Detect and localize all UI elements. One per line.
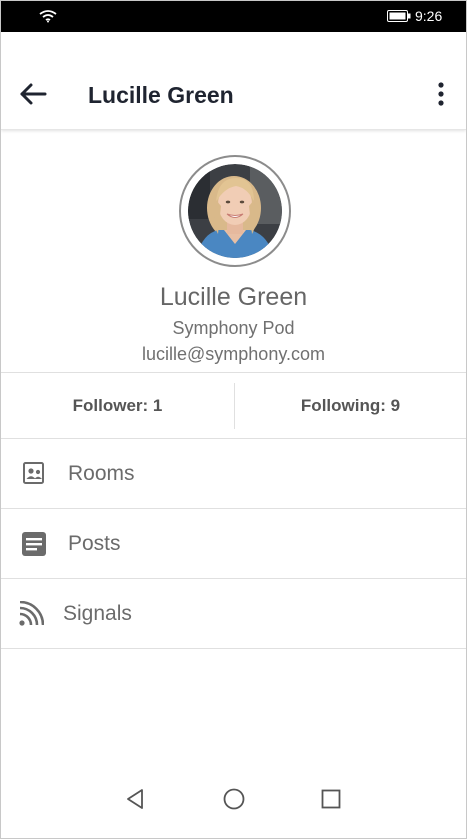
menu-item-label: Rooms [68,462,135,485]
status-time: 9:26 [415,8,443,24]
wifi-icon [39,10,57,23]
nav-recents-icon[interactable] [319,787,343,811]
following-count[interactable]: Following: 9 [235,373,466,438]
menu-item-label: Posts [68,532,121,555]
profile-name: Lucille Green [159,283,308,311]
battery-icon [387,10,411,22]
page-title: Lucille Green [88,82,234,108]
follow-stats: Follower: 1 Following: 9 [1,373,466,438]
profile-photo [188,164,282,258]
signals-icon [19,601,44,626]
menu-item-rooms[interactable]: Rooms [1,439,466,509]
arrow-back-icon[interactable] [17,80,49,108]
profile-company: Symphony Pod [172,318,295,338]
system-nav-bar [1,761,466,837]
app-bar: Lucille Green [1,32,466,130]
menu-item-posts[interactable]: Posts [1,509,466,579]
rooms-icon [23,462,44,484]
menu-item-label: Signals [63,602,132,625]
follower-count[interactable]: Follower: 1 [1,373,234,438]
avatar[interactable] [179,155,291,267]
status-bar: 9:26 [1,1,466,32]
nav-back-icon[interactable] [123,787,147,811]
profile-email: lucille@symphony.com [142,344,325,364]
posts-icon [22,532,46,556]
nav-home-icon[interactable] [222,787,246,811]
app-screen: 9:26 Lucille Green Lucille Green Symphon… [0,0,467,839]
menu-item-signals[interactable]: Signals [1,579,466,649]
divider [1,648,466,649]
more-vert-icon[interactable] [431,80,451,108]
